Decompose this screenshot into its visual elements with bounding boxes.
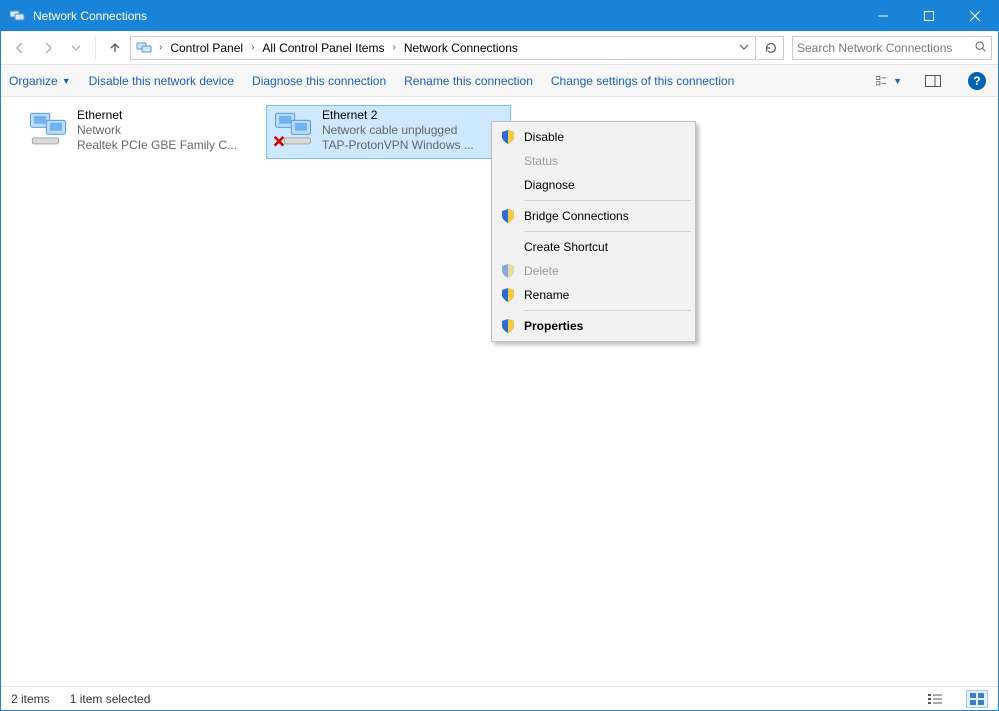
connection-status: Network cable unplugged (322, 123, 474, 138)
minimize-button[interactable] (860, 1, 906, 31)
uac-shield-icon (500, 287, 516, 303)
address-breadcrumb[interactable]: › Control Panel › All Control Panel Item… (130, 36, 756, 60)
organize-menu[interactable]: Organize ▼ (9, 74, 71, 88)
connection-device: TAP-ProtonVPN Windows ... (322, 138, 474, 153)
cm-bridge[interactable]: Bridge Connections (494, 204, 693, 228)
command-bar: Organize ▼ Disable this network device D… (1, 65, 998, 97)
cm-diagnose[interactable]: Diagnose (494, 173, 693, 197)
uac-shield-icon (500, 208, 516, 224)
change-settings-button[interactable]: Change settings of this connection (551, 74, 734, 88)
connection-name: Ethernet 2 (322, 108, 474, 123)
breadcrumb-network-connections[interactable]: Network Connections (400, 41, 522, 55)
search-icon[interactable] (974, 40, 987, 56)
chevron-right-icon[interactable]: › (247, 42, 258, 53)
connection-status: Network (77, 123, 237, 138)
view-options-button[interactable]: ▼ (876, 68, 902, 94)
connection-item-ethernet2[interactable]: Ethernet 2 Network cable unplugged TAP-P… (266, 105, 511, 159)
chevron-down-icon: ▼ (62, 76, 71, 86)
items-view[interactable]: Ethernet Network Realtek PCIe GBE Family… (1, 97, 998, 686)
item-count: 2 items (11, 692, 50, 706)
separator (95, 37, 96, 59)
forward-button[interactable] (35, 35, 61, 61)
cm-disable[interactable]: Disable (494, 125, 693, 149)
selection-count: 1 item selected (70, 692, 151, 706)
breadcrumb-all-items[interactable]: All Control Panel Items (258, 41, 388, 55)
network-connections-icon (135, 39, 153, 57)
address-dropdown-button[interactable] (735, 41, 753, 55)
network-adapter-unplugged-icon (272, 108, 314, 150)
cm-rename[interactable]: Rename (494, 283, 693, 307)
connection-name: Ethernet (77, 108, 237, 123)
preview-pane-button[interactable] (920, 68, 946, 94)
chevron-right-icon[interactable]: › (155, 42, 166, 53)
search-box[interactable]: Search Network Connections (792, 36, 992, 60)
cm-properties[interactable]: Properties (494, 314, 693, 338)
help-button[interactable]: ? (964, 68, 990, 94)
maximize-button[interactable] (906, 1, 952, 31)
breadcrumb-control-panel[interactable]: Control Panel (166, 41, 247, 55)
network-adapter-icon (27, 108, 69, 150)
network-connections-icon (9, 8, 25, 24)
context-menu: Disable Status Diagnose Bridge Connectio… (491, 121, 696, 342)
uac-shield-icon (500, 263, 516, 279)
rename-connection-button[interactable]: Rename this connection (404, 74, 533, 88)
uac-shield-icon (500, 129, 516, 145)
menu-separator (524, 200, 691, 201)
recent-locations-button[interactable] (63, 35, 89, 61)
diagnose-connection-button[interactable]: Diagnose this connection (252, 74, 386, 88)
up-button[interactable] (102, 35, 128, 61)
uac-shield-icon (500, 318, 516, 334)
search-placeholder: Search Network Connections (797, 41, 974, 55)
large-icons-view-button[interactable] (966, 690, 988, 708)
window-title: Network Connections (33, 9, 860, 23)
address-bar-row: › Control Panel › All Control Panel Item… (1, 31, 998, 65)
status-bar: 2 items 1 item selected (1, 686, 998, 710)
connection-device: Realtek PCIe GBE Family C... (77, 138, 237, 153)
disable-device-button[interactable]: Disable this network device (89, 74, 234, 88)
explorer-window: Network Connections (0, 0, 999, 711)
cm-status: Status (494, 149, 693, 173)
chevron-down-icon: ▼ (893, 76, 902, 86)
help-icon: ? (968, 72, 986, 90)
menu-separator (524, 310, 691, 311)
cm-delete: Delete (494, 259, 693, 283)
details-view-button[interactable] (924, 690, 946, 708)
close-button[interactable] (952, 1, 998, 31)
cm-create-shortcut[interactable]: Create Shortcut (494, 235, 693, 259)
back-button[interactable] (7, 35, 33, 61)
chevron-right-icon[interactable]: › (388, 42, 399, 53)
refresh-button[interactable] (758, 36, 784, 60)
menu-separator (524, 231, 691, 232)
connection-item-ethernet[interactable]: Ethernet Network Realtek PCIe GBE Family… (21, 105, 266, 159)
title-bar[interactable]: Network Connections (1, 1, 998, 31)
